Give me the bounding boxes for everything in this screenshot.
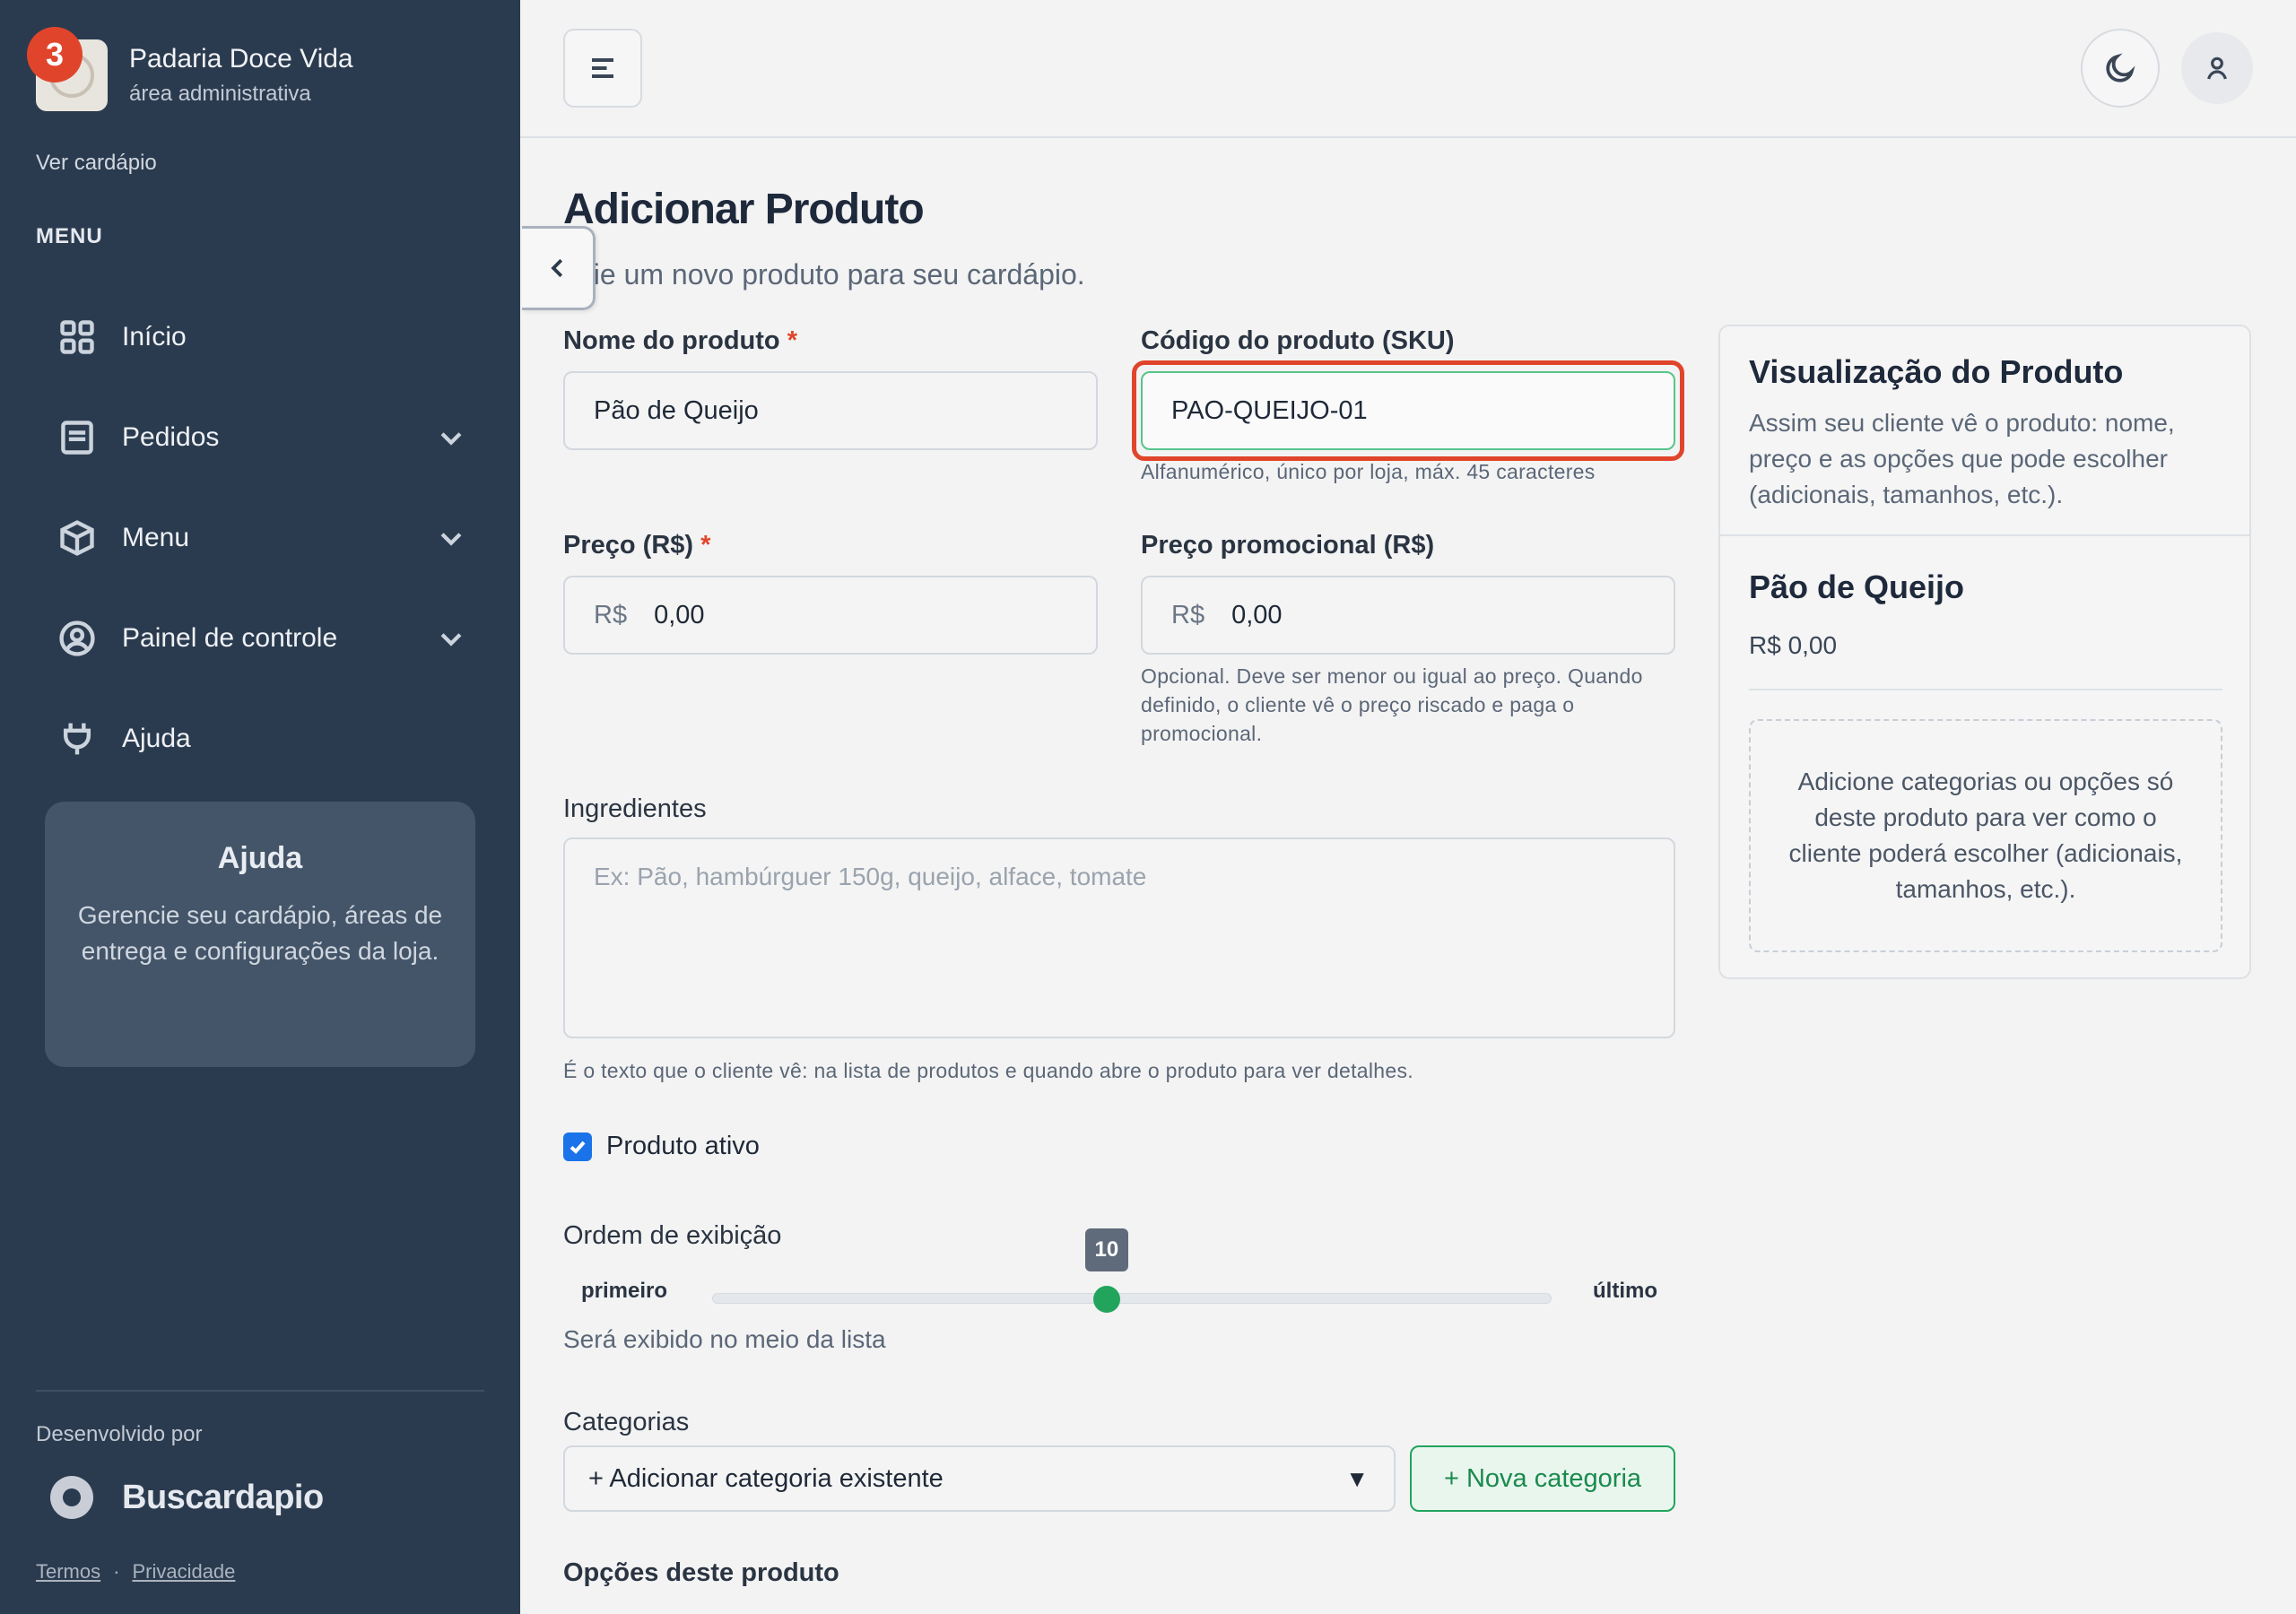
product-options-label: Opções deste produto xyxy=(563,1558,839,1587)
page-subtitle: Crie um novo produto para seu cardápio. xyxy=(563,258,1085,291)
terms-link[interactable]: Termos xyxy=(36,1560,100,1583)
box-icon xyxy=(60,520,94,556)
sku-input[interactable]: PAO-QUEIJO-01 xyxy=(1141,371,1675,450)
developed-by-label: Desenvolvido por xyxy=(36,1422,203,1446)
preview-empty-state: Adicione categorias ou opções só deste p… xyxy=(1749,719,2222,952)
menu-lines-icon xyxy=(592,58,613,78)
collapse-sidebar-button[interactable] xyxy=(522,226,596,310)
product-name-input[interactable]: Pão de Queijo xyxy=(563,371,1098,450)
legal-links: Termos · Privacidade xyxy=(36,1560,235,1584)
page-title: Adicionar Produto xyxy=(563,186,925,233)
sidebar-item-pedidos[interactable]: Pedidos xyxy=(36,387,484,488)
user-circle-icon xyxy=(59,620,95,656)
store-name: Padaria Doce Vida xyxy=(129,44,353,74)
sku-hint: Alfanumérico, único por loja, máx. 45 ca… xyxy=(1141,460,1596,483)
display-order-slider[interactable]: primeiro 10 último xyxy=(563,1228,1675,1318)
ingredients-label: Ingredientes xyxy=(563,794,707,823)
sidebar-nav: Início Pedidos Menu Painel de controle A… xyxy=(36,287,484,789)
check-icon xyxy=(570,1141,586,1154)
store-subtitle: área administrativa xyxy=(129,82,311,106)
buscardapio-logo-icon xyxy=(50,1476,93,1519)
user-menu-button[interactable] xyxy=(2181,32,2253,104)
sidebar-item-label: Pedidos xyxy=(122,422,220,452)
developer-brand[interactable]: Buscardapio xyxy=(50,1476,324,1519)
display-order-note: Será exibido no meio da lista xyxy=(563,1325,886,1353)
developer-name: Buscardapio xyxy=(122,1478,324,1516)
receipt-icon xyxy=(61,421,93,455)
chevron-down-icon[interactable] xyxy=(436,523,466,553)
product-active-checkbox[interactable] xyxy=(563,1132,592,1161)
help-title: Ajuda xyxy=(217,841,303,875)
sidebar-item-label: Menu xyxy=(122,523,190,552)
menu-toggle-button[interactable] xyxy=(563,29,642,108)
sidebar-item-menu[interactable]: Menu xyxy=(36,488,484,588)
product-active-label: Produto ativo xyxy=(606,1132,760,1160)
slider-thumb[interactable] xyxy=(1092,1286,1120,1313)
help-card: Ajuda Gerencie seu cardápio, áreas de en… xyxy=(45,802,475,1067)
grid-icon xyxy=(60,320,94,354)
sidebar-item-label: Início xyxy=(122,322,187,351)
sidebar-item-ajuda[interactable]: Ajuda xyxy=(36,689,484,789)
promo-price-label: Preço promocional (R$) xyxy=(1141,531,1435,560)
ingredients-textarea[interactable]: Ex: Pão, hambúrguer 150g, queijo, alface… xyxy=(563,837,1675,1038)
preview-product-name: Pão de Queijo xyxy=(1749,568,1965,605)
sidebar-item-painel[interactable]: Painel de controle xyxy=(36,588,484,689)
preview-product-price: R$ 0,00 xyxy=(1749,631,1838,659)
promo-price-hint: Opcional. Deve ser menor ou igual ao pre… xyxy=(1141,664,1643,745)
user-icon xyxy=(2207,56,2227,80)
divider xyxy=(36,1390,484,1392)
view-menu-link[interactable]: Ver cardápio xyxy=(36,151,157,176)
product-name-label: Nome do produto * xyxy=(563,326,797,355)
chevron-down-icon[interactable] xyxy=(436,422,466,453)
slider-max-label: último xyxy=(1593,1279,1657,1303)
moon-icon xyxy=(2106,53,2135,82)
brand[interactable]: 3 Padaria Doce Vida área administrativa xyxy=(27,27,353,111)
separator: · xyxy=(113,1560,120,1583)
slider-min-label: primeiro xyxy=(581,1279,668,1303)
sidebar: 3 Padaria Doce Vida área administrativa … xyxy=(0,0,520,1614)
plug-icon xyxy=(63,723,91,755)
topbar xyxy=(520,0,2296,138)
slider-track[interactable] xyxy=(712,1293,1552,1304)
help-text: Gerencie seu cardápio, áreas de entrega … xyxy=(77,901,443,965)
new-category-button[interactable]: + Nova categoria xyxy=(1410,1445,1675,1512)
slider-value-bubble: 10 xyxy=(1084,1228,1128,1271)
caret-down-icon: ▼ xyxy=(1345,1464,1369,1492)
price-label: Preço (R$) * xyxy=(563,531,711,560)
sidebar-item-inicio[interactable]: Início xyxy=(36,287,484,387)
menu-heading: MENU xyxy=(36,224,103,248)
ingredients-hint: É o texto que o cliente vê: na lista de … xyxy=(563,1059,1413,1082)
promo-price-input[interactable]: R$ 0,00 xyxy=(1141,576,1675,655)
theme-toggle-button[interactable] xyxy=(2081,29,2160,108)
chevron-down-icon[interactable] xyxy=(436,623,466,654)
price-input[interactable]: R$ 0,00 xyxy=(563,576,1098,655)
category-select[interactable]: + Adicionar categoria existente ▼ xyxy=(563,1445,1396,1512)
sidebar-item-label: Painel de controle xyxy=(122,623,338,653)
preview-title: Visualização do Produto xyxy=(1749,353,2124,390)
product-preview-card: Visualização do Produto Assim seu client… xyxy=(1718,325,2251,979)
product-active-row[interactable]: Produto ativo xyxy=(563,1132,760,1161)
notification-badge[interactable]: 3 xyxy=(27,27,83,82)
sidebar-item-label: Ajuda xyxy=(122,724,191,753)
privacy-link[interactable]: Privacidade xyxy=(132,1560,235,1583)
categories-label: Categorias xyxy=(563,1408,690,1436)
chevron-left-icon xyxy=(550,258,562,278)
preview-description: Assim seu cliente vê o produto: nome, pr… xyxy=(1749,409,2175,508)
divider xyxy=(1749,689,2222,690)
sku-label: Código do produto (SKU) xyxy=(1141,326,1455,355)
